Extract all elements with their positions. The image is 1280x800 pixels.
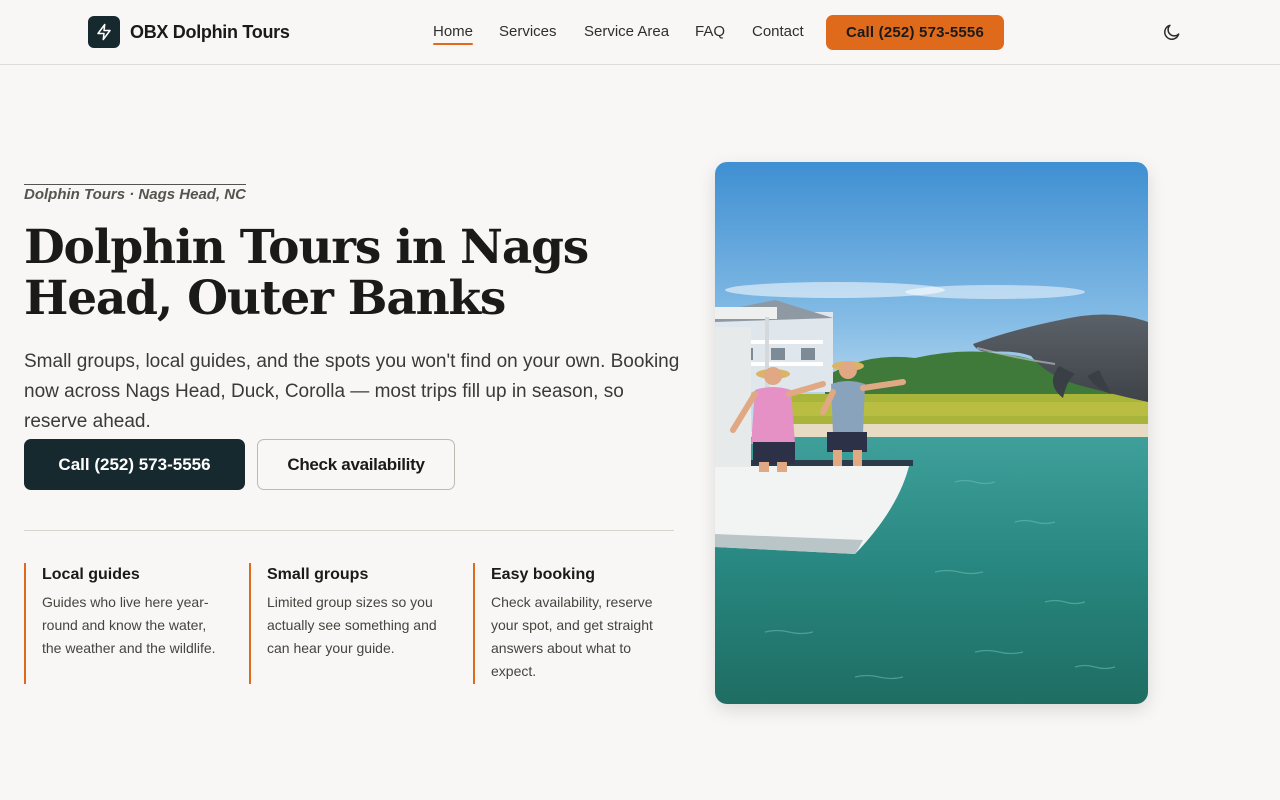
divider	[24, 530, 674, 531]
nav-contact[interactable]: Contact	[752, 22, 804, 42]
feature-title: Local guides	[42, 566, 140, 583]
moon-icon	[1164, 24, 1180, 40]
feature-title: Easy booking	[491, 566, 596, 583]
feature-text: Limited group sizes so you actually see …	[267, 594, 437, 656]
brand-name[interactable]: OBX Dolphin Tours	[130, 20, 290, 44]
site-header: OBX Dolphin Tours Home Services Service …	[0, 0, 1280, 65]
hero-title: Dolphin Tours in Nags Head, Outer Banks	[24, 220, 589, 326]
hero-photo	[715, 162, 1148, 704]
header-call-button[interactable]: Call (252) 573-5556	[826, 15, 1004, 50]
feature-local-guides: Local guides Guides who live here year-r…	[24, 563, 224, 684]
nav-faq[interactable]: FAQ	[695, 22, 725, 42]
hero-lead: Small groups, local guides, and the spot…	[24, 351, 680, 432]
feature-text: Check availability, reserve your spot, a…	[491, 594, 653, 679]
logo[interactable]	[88, 16, 120, 48]
nav-services[interactable]: Services	[499, 22, 557, 42]
feature-easy-booking: Easy booking Check availability, reserve…	[473, 563, 673, 684]
feature-small-groups: Small groups Limited group sizes so you …	[249, 563, 449, 684]
hero-eyebrow: Dolphin Tours · Nags Head, NC	[24, 184, 246, 203]
nav-service-area[interactable]: Service Area	[584, 22, 669, 42]
check-availability-button[interactable]: Check availability	[257, 439, 455, 490]
call-button[interactable]: Call (252) 573-5556	[24, 439, 245, 490]
feature-title: Small groups	[267, 566, 369, 583]
feature-text: Guides who live here year-round and know…	[42, 594, 216, 656]
theme-toggle-button[interactable]	[1160, 20, 1184, 44]
bolt-icon	[97, 23, 111, 41]
nav-home[interactable]: Home	[433, 22, 474, 45]
